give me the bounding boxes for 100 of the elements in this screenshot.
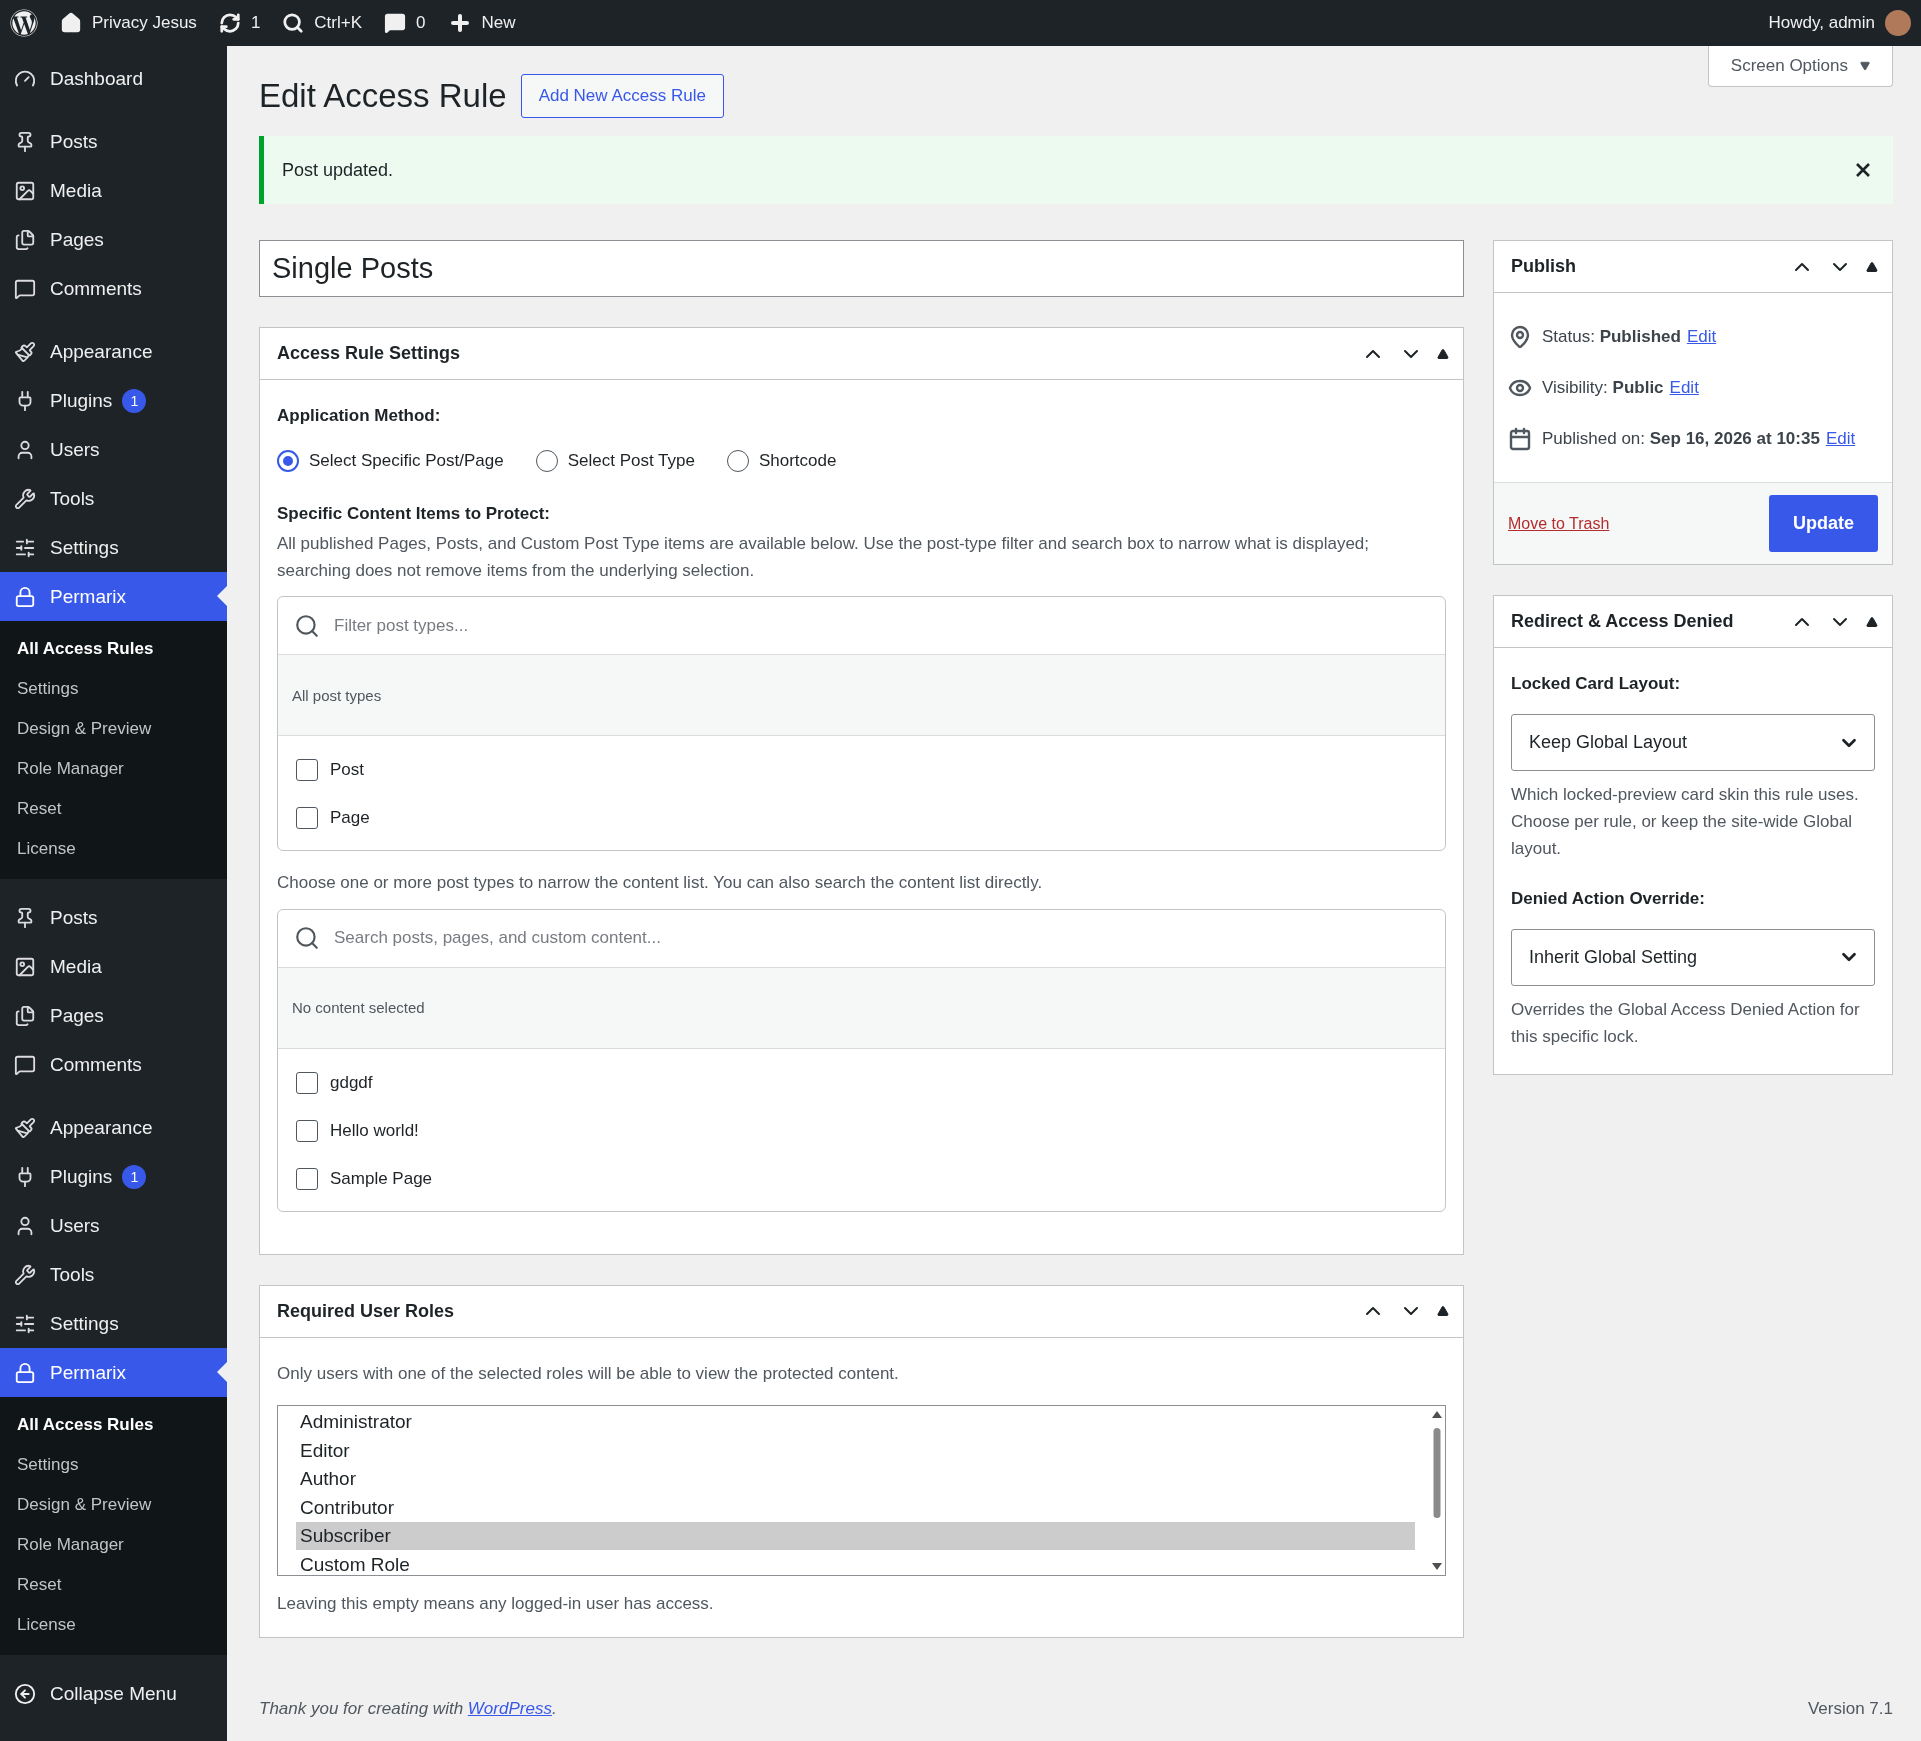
role-option[interactable]: Author — [296, 1464, 1415, 1494]
checkbox-option[interactable]: Post — [278, 746, 1445, 795]
search-link[interactable]: Ctrl+K — [282, 12, 363, 34]
submenu-item[interactable]: Reset — [0, 789, 227, 829]
menu-icon — [14, 1004, 36, 1027]
menu-item[interactable]: Settings — [0, 523, 227, 572]
collapse-menu-button[interactable]: Collapse Menu — [0, 1669, 227, 1718]
menu-icon — [14, 1053, 36, 1076]
menu-item[interactable]: Comments — [0, 1040, 227, 1089]
account-menu[interactable]: Howdy, admin — [1768, 10, 1911, 36]
edit-link[interactable]: Edit — [1686, 327, 1717, 347]
close-icon[interactable] — [1855, 162, 1871, 178]
menu-item[interactable]: Tools — [0, 1250, 227, 1299]
menu-icon — [14, 536, 36, 559]
submenu-item[interactable]: All Access Rules — [0, 1405, 227, 1445]
screen-options-button[interactable]: Screen Options — [1707, 46, 1893, 87]
menu-item[interactable]: Appearance — [0, 327, 227, 376]
field-label: Application Method: — [277, 406, 442, 426]
comments-link[interactable]: 0 — [384, 12, 426, 34]
menu-item[interactable]: Settings — [0, 1299, 227, 1348]
submenu-item[interactable]: All Access Rules — [0, 629, 227, 669]
menu-icon — [14, 179, 36, 202]
role-option[interactable]: Editor — [296, 1436, 1415, 1465]
collapse-toggle-icon[interactable] — [1866, 260, 1878, 273]
menu-item[interactable]: Permarix — [0, 572, 227, 621]
checkbox[interactable] — [296, 1071, 318, 1094]
greeting-text: Howdy, admin — [1768, 13, 1875, 33]
role-option[interactable]: Subscriber — [296, 1521, 1415, 1551]
panel-title: Required User Roles — [277, 1300, 455, 1322]
edit-link[interactable]: Edit — [1669, 378, 1699, 398]
menu-item[interactable]: Plugins 1 — [0, 1152, 227, 1201]
site-link[interactable]: Privacy Jesus — [60, 12, 197, 34]
submenu-item[interactable]: License — [0, 1605, 227, 1645]
checkbox-option[interactable]: gdgdf — [278, 1058, 1445, 1107]
field-label: Locked Card Layout: — [1511, 674, 1682, 694]
radio-option[interactable]: Select Specific Post/Page — [277, 450, 504, 472]
search-icon — [294, 925, 320, 952]
menu-icon — [14, 487, 36, 510]
role-option[interactable]: Administrator — [296, 1407, 1415, 1437]
edit-link[interactable]: Edit — [1825, 429, 1856, 449]
new-link[interactable]: New — [447, 11, 516, 35]
trash-link[interactable]: Move to Trash — [1508, 514, 1610, 533]
menu-item[interactable]: Users — [0, 425, 227, 474]
menu-item[interactable]: Pages — [0, 215, 227, 264]
collapse-toggle-icon[interactable] — [1437, 1305, 1449, 1318]
menu-item[interactable]: Appearance — [0, 1103, 227, 1152]
submenu-item[interactable]: Role Manager — [0, 1525, 227, 1565]
menu-item[interactable]: Comments — [0, 264, 227, 313]
menu-item[interactable]: Permarix — [0, 1348, 227, 1397]
updates-link[interactable]: 1 — [218, 12, 261, 34]
submenu-item[interactable]: Role Manager — [0, 749, 227, 789]
menu-icon — [14, 1116, 36, 1139]
summary-text: All post types — [292, 686, 382, 704]
avatar — [1885, 10, 1911, 36]
menu-item[interactable]: Plugins 1 — [0, 376, 227, 425]
role-option[interactable]: Contributor — [296, 1493, 1415, 1522]
menu-icon — [14, 1263, 36, 1286]
wordpress-logo-icon[interactable] — [10, 9, 38, 37]
checkbox[interactable] — [296, 1167, 318, 1190]
menu-item[interactable]: Posts — [0, 117, 227, 166]
panel-title: Redirect & Access Denied — [1511, 611, 1734, 632]
collapse-toggle-icon[interactable] — [1866, 615, 1878, 628]
add-new-button[interactable]: Add New Access Rule — [520, 74, 724, 118]
menu-icon — [14, 955, 36, 978]
roles-listbox[interactable]: Administrator Editor Author Contributor Subscriber Custom Role — [277, 1404, 1446, 1576]
menu-item[interactable]: Media — [0, 942, 227, 991]
radio-button[interactable] — [277, 450, 299, 472]
submenu-item[interactable]: Reset — [0, 1565, 227, 1605]
title-field[interactable]: Single Posts — [259, 240, 1464, 297]
publish-info: Status: Published Edit — [1508, 325, 1878, 349]
submenu-item[interactable]: Design & Preview — [0, 1485, 227, 1525]
menu-item[interactable]: Posts — [0, 893, 227, 942]
checkbox-option[interactable]: Sample Page — [278, 1154, 1445, 1203]
submenu-item[interactable]: Settings — [0, 1445, 227, 1485]
menu-item[interactable]: Tools — [0, 474, 227, 523]
section-heading: Specific Content Items to Protect: — [277, 504, 551, 524]
wordpress-link[interactable]: WordPress — [467, 1699, 552, 1718]
menu-item[interactable]: Media — [0, 166, 227, 215]
checkbox-option[interactable]: Hello world! — [278, 1106, 1445, 1155]
select-field[interactable]: Inherit Global Setting — [1511, 928, 1875, 986]
submenu-item[interactable]: License — [0, 829, 227, 869]
checkbox[interactable] — [296, 759, 318, 782]
checkbox[interactable] — [296, 1119, 318, 1142]
menu-item[interactable]: Pages — [0, 991, 227, 1040]
radio-option[interactable]: Shortcode — [726, 450, 837, 472]
publish-info: Published on: Sep 16, 2026 at 10:35 Edit — [1508, 427, 1878, 451]
checkbox-option[interactable]: Page — [278, 794, 1445, 843]
submenu-item[interactable]: Design & Preview — [0, 709, 227, 749]
update-button[interactable]: Update — [1769, 495, 1878, 552]
menu-item[interactable]: Users — [0, 1201, 227, 1250]
collapse-toggle-icon[interactable] — [1437, 347, 1449, 360]
footer-text: Thank you for creating with WordPress. — [259, 1699, 557, 1719]
radio-option[interactable]: Select Post Type — [535, 450, 695, 472]
menu-icon — [14, 340, 36, 363]
calendar-icon — [1508, 427, 1532, 451]
role-option[interactable]: Custom Role — [296, 1550, 1415, 1575]
submenu-item[interactable]: Settings — [0, 669, 227, 709]
select-field[interactable]: Keep Global Layout — [1511, 714, 1875, 771]
checkbox[interactable] — [296, 807, 318, 830]
menu-item[interactable]: Dashboard — [0, 54, 227, 103]
